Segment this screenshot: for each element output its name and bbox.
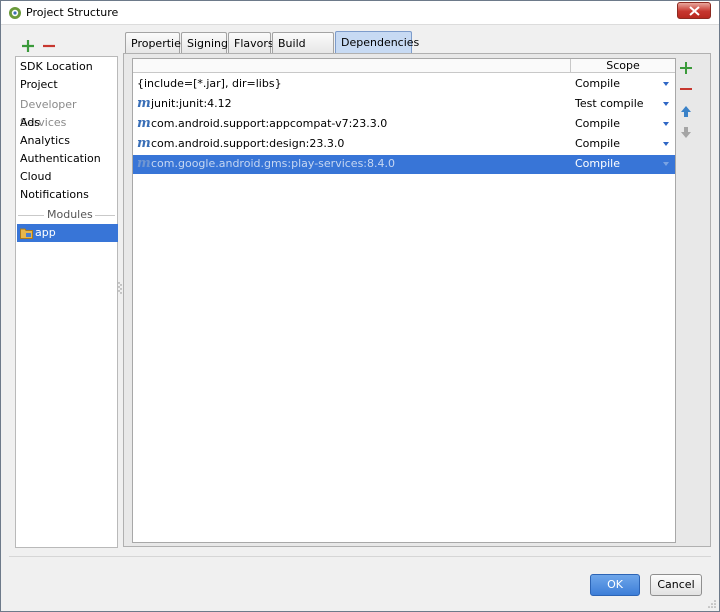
maven-icon: m [137,116,151,131]
footer-divider [9,556,711,557]
tab-properties[interactable]: Properties [125,32,187,54]
scope-dropdown-arrow-icon[interactable] [663,102,669,106]
module-item-app[interactable]: app [17,224,118,242]
android-studio-icon [9,7,21,19]
resize-grip-icon[interactable] [707,599,717,609]
move-up-icon[interactable] [679,105,693,119]
sidebar-item-notifications[interactable]: Notifications [16,186,117,204]
cancel-button[interactable]: Cancel [650,574,702,596]
tab-dependencies[interactable]: Dependencies [335,31,419,53]
column-header-dependency[interactable] [133,59,571,73]
sidebar-item-analytics[interactable]: Analytics [16,132,117,150]
close-icon [689,6,700,16]
maven-icon: m [137,156,151,171]
scope-value[interactable]: Test compile [575,97,644,110]
module-item-label: app [35,226,56,239]
dependency-name: {include=[*.jar], dir=libs} [137,77,282,90]
sidebar-item-cloud[interactable]: Cloud [16,168,117,186]
sidebar-item-authentication[interactable]: Authentication [16,150,117,168]
module-folder-icon [20,228,33,239]
scope-dropdown-arrow-icon[interactable] [663,122,669,126]
table-row[interactable]: m com.android.support:appcompat-v7:23.3.… [133,115,675,134]
table-row-selected[interactable]: m com.google.android.gms:play-services:8… [133,155,675,174]
tab-flavors[interactable]: Flavors [228,32,274,54]
dependencies-table: Scope {include=[*.jar], dir=libs} Compil… [132,58,676,543]
scope-value[interactable]: Compile [575,157,620,170]
add-dependency-icon[interactable] [679,61,693,75]
left-nav-list: SDK Location Project Developer Services … [15,56,118,548]
scope-dropdown-arrow-icon[interactable] [663,142,669,146]
close-button[interactable] [677,2,711,19]
separator-line [18,215,44,216]
dependency-name: com.google.android.gms:play-services:8.4… [151,157,396,170]
scope-value[interactable]: Compile [575,117,620,130]
table-row[interactable]: {include=[*.jar], dir=libs} Compile [133,75,675,94]
sidebar-item-project[interactable]: Project [16,76,117,94]
dependencies-toolbar [677,59,699,149]
modules-separator: Modules [18,208,115,222]
maven-icon: m [137,96,151,111]
dependency-name: junit:junit:4.12 [151,97,232,110]
modules-label: Modules [45,208,95,222]
minus-icon[interactable] [41,38,57,54]
scope-value[interactable]: Compile [575,77,620,90]
scope-value[interactable]: Compile [575,137,620,150]
sidebar-header-developer-services: Developer Services [20,98,77,129]
column-header-scope[interactable]: Scope [571,59,675,73]
dependency-name: com.android.support:design:23.3.0 [151,137,345,150]
splitter-handle[interactable] [118,281,122,295]
table-header: Scope [133,59,675,73]
tab-signing[interactable]: Signing [181,32,228,54]
ok-button[interactable]: OK [590,574,640,596]
move-down-icon[interactable] [679,125,693,139]
window-title: Project Structure [26,6,119,19]
remove-dependency-icon[interactable] [679,82,693,96]
scope-dropdown-arrow-icon[interactable] [663,162,669,166]
left-toolbar [15,35,115,57]
project-structure-dialog: Project Structure SDK Location Project D… [0,0,720,612]
plus-icon[interactable] [20,38,36,54]
dependencies-panel: Scope {include=[*.jar], dir=libs} Compil… [123,53,711,547]
tab-build-types[interactable]: Build Types [272,32,334,71]
maven-icon: m [137,136,151,151]
sidebar-item-sdk-location[interactable]: SDK Location [16,58,117,76]
title-bar: Project Structure [1,1,719,25]
scope-dropdown-arrow-icon[interactable] [663,82,669,86]
table-row[interactable]: m com.android.support:design:23.3.0 Comp… [133,135,675,154]
dependency-name: com.android.support:appcompat-v7:23.3.0 [151,117,388,130]
sidebar-item-ads[interactable]: Ads [16,114,117,132]
table-row[interactable]: m junit:junit:4.12 Test compile [133,95,675,114]
